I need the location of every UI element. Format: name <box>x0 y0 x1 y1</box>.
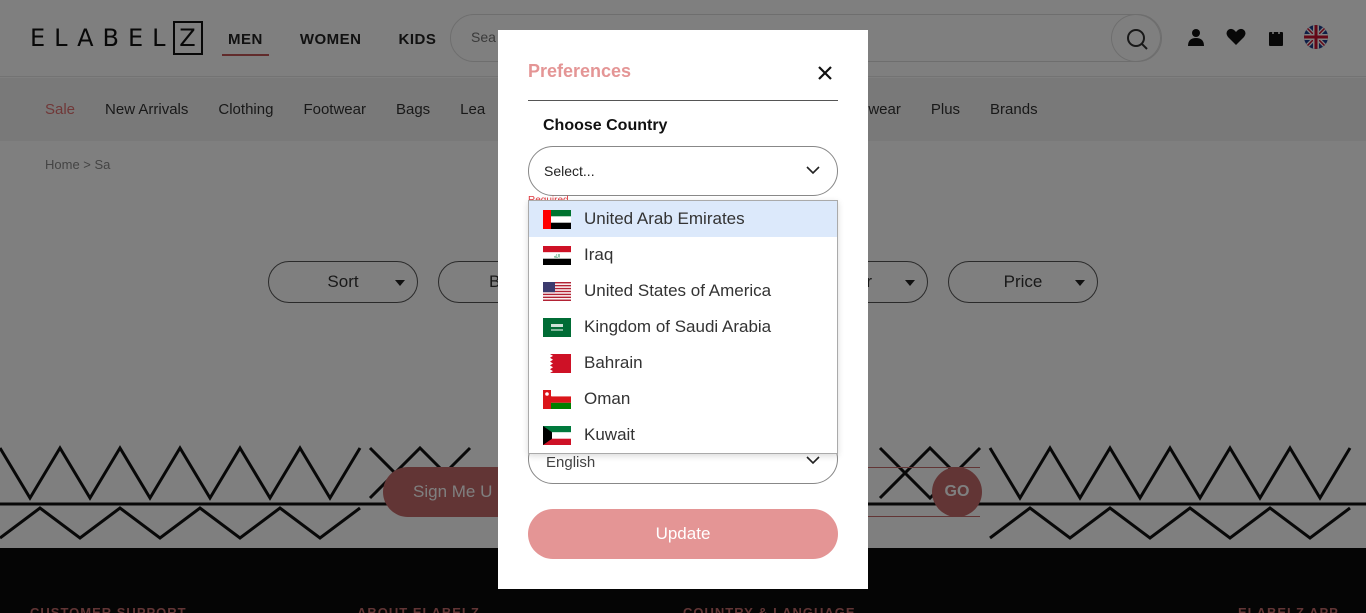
kuwait-flag-icon <box>543 425 571 445</box>
oman-flag-icon <box>543 389 571 409</box>
modal-title: Preferences <box>528 61 632 81</box>
country-option-label: Iraq <box>584 245 614 264</box>
uae-flag-icon <box>543 209 571 229</box>
saudi-flag-icon <box>543 317 571 337</box>
country-option-oman[interactable]: Oman <box>529 381 837 417</box>
update-button[interactable]: Update <box>528 509 838 559</box>
modal-divider <box>528 100 838 101</box>
country-dropdown: United Arab Emirates الله Iraq United St… <box>528 200 838 454</box>
language-select-value: English <box>546 454 596 471</box>
country-option-usa[interactable]: United States of America <box>529 273 837 309</box>
country-option-kuwait[interactable]: Kuwait <box>529 417 837 453</box>
country-option-label: Oman <box>584 389 631 408</box>
chevron-down-icon <box>806 456 820 465</box>
close-icon[interactable] <box>815 63 835 83</box>
country-option-iraq[interactable]: الله Iraq <box>529 237 837 273</box>
country-option-label: Kingdom of Saudi Arabia <box>584 317 772 336</box>
chevron-down-icon <box>806 166 820 175</box>
country-option-label: Kuwait <box>584 425 636 444</box>
bahrain-flag-icon <box>543 353 571 373</box>
country-select-value: Select... <box>544 163 595 179</box>
country-option-label: Bahrain <box>584 353 643 372</box>
iraq-flag-icon: الله <box>543 245 571 265</box>
country-option-uae[interactable]: United Arab Emirates <box>529 201 837 237</box>
country-option-saudi-arabia[interactable]: Kingdom of Saudi Arabia <box>529 309 837 345</box>
country-option-bahrain[interactable]: Bahrain <box>529 345 837 381</box>
country-option-label: United Arab Emirates <box>584 209 745 228</box>
choose-country-label: Choose Country <box>543 117 668 134</box>
svg-text:الله: الله <box>554 254 561 259</box>
country-select[interactable]: Select... <box>528 146 838 196</box>
usa-flag-icon <box>543 281 571 301</box>
country-option-label: United States of America <box>584 281 772 300</box>
